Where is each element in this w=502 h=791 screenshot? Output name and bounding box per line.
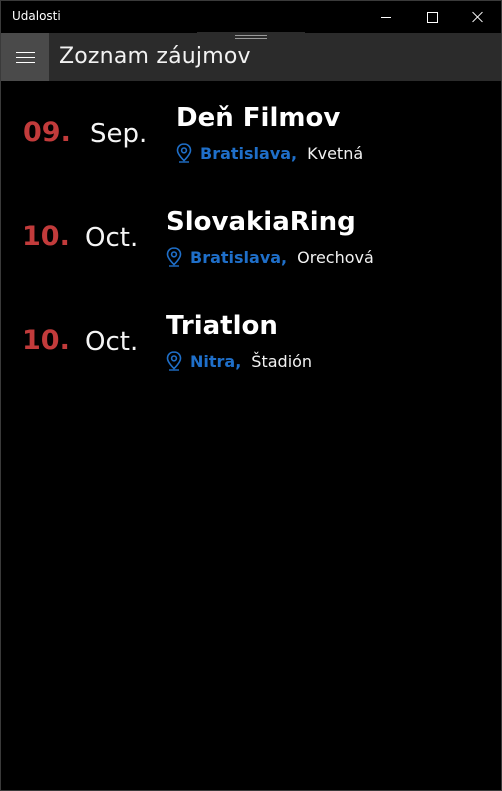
location-pin-icon: [166, 247, 182, 267]
drag-handle[interactable]: [197, 32, 305, 43]
maximize-button[interactable]: [409, 1, 455, 33]
event-name: SlovakiaRing: [166, 207, 356, 237]
event-item[interactable]: 10. Oct. Triatlon Nitra, Štadión: [1, 289, 501, 393]
event-day: 10.: [22, 325, 70, 356]
event-city: Bratislava,: [190, 247, 288, 267]
event-day: 10.: [22, 221, 70, 252]
maximize-icon: [426, 11, 438, 23]
close-icon: [472, 11, 484, 23]
grip-icon-line: [235, 38, 267, 39]
event-city: Bratislava,: [200, 143, 298, 163]
location-pin-icon: [176, 143, 192, 163]
event-location: Nitra, Štadión: [166, 351, 312, 371]
event-place: Orechová: [297, 247, 374, 267]
event-month: Oct.: [85, 327, 139, 357]
location-pin-icon: [166, 351, 182, 371]
event-place: Kvetná: [307, 143, 364, 163]
event-month: Oct.: [85, 223, 139, 253]
event-location: Bratislava, Kvetná: [176, 143, 363, 163]
hamburger-icon-line: [15, 61, 35, 63]
event-item[interactable]: 09. Sep. Deň Filmov Bratislava, Kvetná: [1, 81, 501, 185]
event-list: 09. Sep. Deň Filmov Bratislava, Kvetná 1…: [1, 81, 501, 393]
minimize-button[interactable]: [363, 1, 409, 33]
event-name: Triatlon: [166, 311, 278, 341]
close-button[interactable]: [455, 1, 501, 33]
title-bar[interactable]: Udalosti: [1, 1, 501, 33]
window-title: Udalosti: [12, 9, 61, 23]
event-place: Štadión: [251, 351, 313, 371]
event-month: Sep.: [90, 119, 148, 149]
hamburger-icon-line: [15, 56, 35, 58]
event-item[interactable]: 10. Oct. SlovakiaRing Bratislava, Orecho…: [1, 185, 501, 289]
grip-icon-line: [235, 35, 267, 36]
minimize-icon: [381, 16, 391, 18]
event-day: 09.: [23, 117, 71, 148]
event-name: Deň Filmov: [176, 103, 341, 133]
event-city: Nitra,: [190, 351, 242, 371]
app-window: Udalosti Zoznam záujmov 09. Sep. Deň Fil…: [0, 0, 502, 791]
hamburger-icon-line: [15, 51, 35, 53]
hamburger-menu-button[interactable]: [1, 33, 49, 81]
event-location: Bratislava, Orechová: [166, 247, 374, 267]
page-title: Zoznam záujmov: [59, 44, 251, 69]
